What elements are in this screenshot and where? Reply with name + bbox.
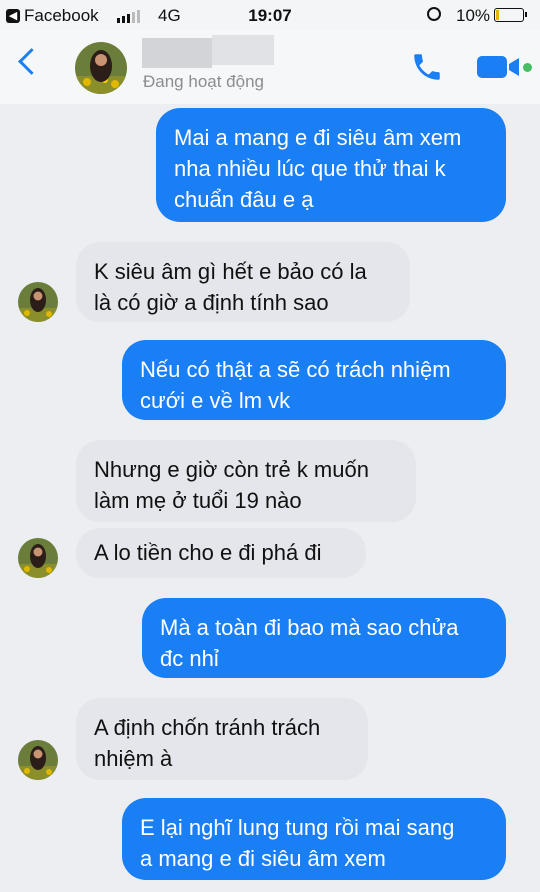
- name-blur: [142, 38, 212, 68]
- message-received[interactable]: A lo tiền cho e đi phá đi: [76, 528, 366, 578]
- active-dot-icon: [523, 63, 532, 72]
- back-chevron-icon[interactable]: [18, 48, 45, 75]
- phone-icon[interactable]: [410, 50, 444, 84]
- message-sent[interactable]: Nếu có thật a sẽ có trách nhiệm cưới e v…: [122, 340, 506, 420]
- contact-avatar-small: [18, 538, 58, 578]
- message-received[interactable]: K siêu âm gì hết e bảo có la là có giờ a…: [76, 242, 410, 322]
- contact-avatar[interactable]: [75, 42, 127, 94]
- orientation-lock-icon: [427, 7, 441, 21]
- message-sent[interactable]: E lại nghĩ lung tung rồi mai sang a mang…: [122, 798, 506, 880]
- contact-avatar-small: [18, 282, 58, 322]
- video-camera-icon[interactable]: [477, 54, 521, 80]
- battery-percent: 10%: [456, 6, 491, 25]
- status-bar: ◀ Facebook 4G 19:07 10%: [0, 0, 540, 30]
- message-sent[interactable]: Mà a toàn đi bao mà sao chửa đc nhỉ: [142, 598, 506, 678]
- active-status: Đang hoạt động: [143, 72, 264, 91]
- battery-icon: [494, 8, 527, 22]
- name-blur: [212, 35, 274, 65]
- message-received[interactable]: Nhưng e giờ còn trẻ k muốn làm mẹ ở tuổi…: [76, 440, 416, 522]
- message-sent[interactable]: Mai a mang e đi siêu âm xem nha nhiều lú…: [156, 108, 506, 222]
- contact-avatar-small: [18, 740, 58, 780]
- message-received[interactable]: A định chốn tránh trách nhiệm à: [76, 698, 368, 780]
- chat-header: Đang hoạt động: [0, 30, 540, 104]
